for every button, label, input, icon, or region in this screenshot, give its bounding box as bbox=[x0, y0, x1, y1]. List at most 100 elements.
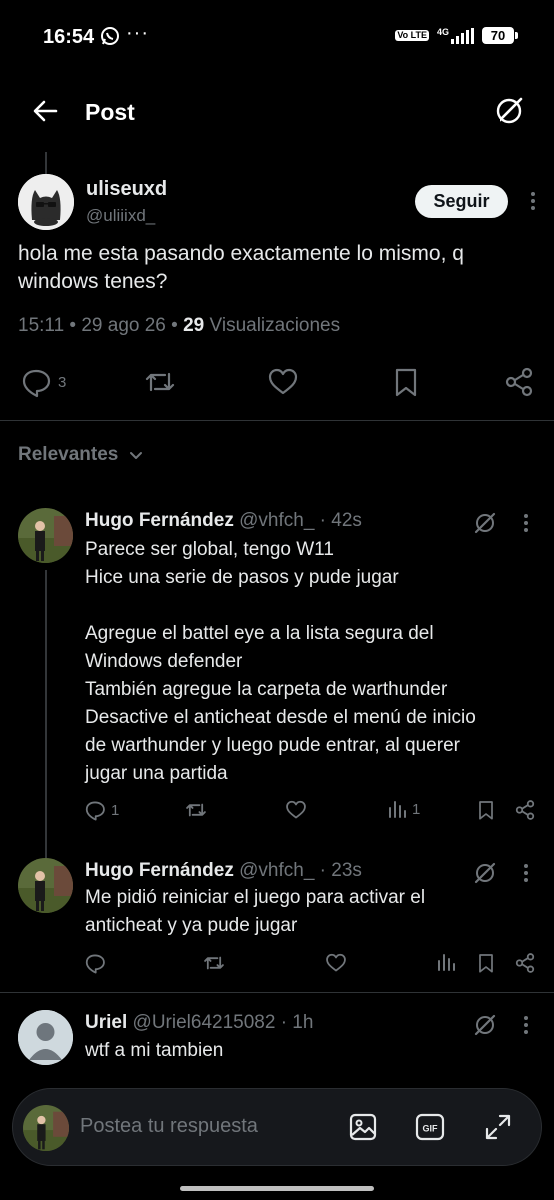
author-name[interactable]: uliseuxd bbox=[86, 178, 167, 201]
status-time: 16:54 bbox=[43, 26, 95, 48]
reply-text: Me pidió reiniciar el juego para activar… bbox=[85, 884, 495, 940]
reply-text-line: anticheat y ya pude jugar bbox=[85, 915, 298, 936]
views-button[interactable] bbox=[436, 952, 456, 972]
reply-icon bbox=[20, 366, 52, 398]
reply-author-name[interactable]: Uriel bbox=[85, 1012, 127, 1033]
share-button[interactable] bbox=[503, 366, 535, 398]
reply-button[interactable]: 1 bbox=[84, 799, 119, 821]
bookmark-button[interactable] bbox=[391, 366, 421, 398]
more-icon[interactable] bbox=[516, 860, 536, 886]
bookmark-icon bbox=[391, 366, 421, 398]
sort-dropdown[interactable]: Relevantes bbox=[18, 444, 144, 466]
repost-icon bbox=[143, 366, 177, 398]
reply-author-name[interactable]: Hugo Fernández bbox=[85, 860, 234, 881]
like-icon bbox=[267, 366, 299, 398]
share-icon bbox=[503, 366, 535, 398]
notification-dots: ··· bbox=[126, 22, 149, 44]
battery-icon: 70 bbox=[482, 27, 518, 44]
avatar[interactable] bbox=[18, 174, 74, 230]
post-timestamp: 15:11 • 29 ago 26 • bbox=[18, 315, 184, 336]
like-icon bbox=[285, 799, 307, 821]
reply-author-handle[interactable]: @Uriel64215082 bbox=[133, 1012, 276, 1033]
thread-connector bbox=[45, 152, 47, 174]
follow-button[interactable]: Seguir bbox=[415, 185, 508, 218]
avatar[interactable] bbox=[18, 858, 73, 913]
reply-text: Parece ser global, tengo W11 Hice una se… bbox=[85, 536, 495, 788]
gif-icon[interactable]: GIF bbox=[415, 1112, 445, 1142]
divider bbox=[0, 992, 554, 993]
reply-header: Uriel @Uriel64215082 · 1h bbox=[85, 1012, 313, 1034]
like-icon bbox=[325, 952, 347, 974]
views-label[interactable]: Visualizaciones bbox=[204, 315, 341, 336]
reply-button[interactable] bbox=[84, 952, 106, 974]
top-app-bar: Post bbox=[0, 72, 554, 152]
reply-text-line: Hice una serie de pasos y pude jugar bbox=[85, 567, 399, 588]
share-icon bbox=[514, 799, 536, 821]
views-count: 29 bbox=[183, 315, 205, 336]
reply-composer[interactable]: Postea tu respuesta GIF bbox=[12, 1088, 542, 1166]
reply-text-line: Windows defender bbox=[85, 651, 243, 672]
reply-text-line: de warthunder y luego pude entrar, al qu… bbox=[85, 735, 460, 756]
views-icon bbox=[436, 952, 456, 972]
volte-badge: Vo LTE bbox=[395, 30, 429, 41]
avatar[interactable] bbox=[18, 508, 73, 563]
share-icon bbox=[514, 952, 536, 974]
sort-label: Relevantes bbox=[18, 444, 119, 465]
reply-author-handle[interactable]: @vhfch_ bbox=[239, 860, 314, 881]
avatar[interactable] bbox=[18, 1010, 73, 1065]
reply-author-handle[interactable]: @vhfch_ bbox=[239, 510, 314, 531]
share-button[interactable] bbox=[514, 952, 536, 974]
repost-icon bbox=[202, 952, 226, 974]
repost-button[interactable] bbox=[143, 366, 177, 398]
reply-time: · 1h bbox=[275, 1012, 314, 1033]
post-meta: 15:11 • 29 ago 26 • 29 Visualizaciones bbox=[18, 315, 340, 337]
more-icon[interactable] bbox=[516, 1012, 536, 1038]
network-type: 4G bbox=[436, 27, 449, 37]
views-button[interactable]: 1 bbox=[387, 799, 420, 819]
reply-text-line: Desactive el anticheat desde el menú de … bbox=[85, 707, 476, 728]
like-button[interactable] bbox=[325, 952, 347, 974]
reply-button[interactable]: 3 bbox=[20, 366, 66, 398]
reply-text-line: Agregue el battel eye a la lista segura … bbox=[85, 623, 434, 644]
repost-button[interactable] bbox=[202, 952, 226, 974]
reply-text-line: jugar una partida bbox=[85, 763, 228, 784]
bookmark-button[interactable] bbox=[476, 952, 496, 974]
grok-icon[interactable] bbox=[472, 510, 498, 536]
bookmark-icon bbox=[476, 952, 496, 974]
image-icon[interactable] bbox=[348, 1112, 378, 1142]
page-title: Post bbox=[85, 99, 135, 125]
grok-icon[interactable] bbox=[472, 1012, 498, 1038]
like-button[interactable] bbox=[267, 366, 299, 398]
home-indicator[interactable] bbox=[180, 1186, 374, 1191]
more-icon[interactable] bbox=[516, 510, 536, 536]
reply-action-bar bbox=[0, 952, 554, 982]
bookmark-icon bbox=[476, 799, 496, 821]
status-indicators: Vo LTE 4G 70 bbox=[395, 27, 518, 44]
reply-text-line: Me pidió reiniciar el juego para activar… bbox=[85, 887, 426, 908]
reply-author-name[interactable]: Hugo Fernández bbox=[85, 510, 234, 531]
reply-header: Hugo Fernández @vhfch_ · 23s bbox=[85, 860, 362, 882]
whatsapp-icon bbox=[100, 26, 120, 46]
reply-time: · 23s bbox=[314, 860, 362, 881]
signal-icon bbox=[451, 27, 474, 44]
reply-icon bbox=[84, 799, 106, 821]
avatar bbox=[23, 1105, 69, 1151]
reply-text: wtf a mi tambien bbox=[85, 1037, 495, 1065]
grok-icon[interactable] bbox=[492, 94, 526, 128]
reply-text-line: wtf a mi tambien bbox=[85, 1040, 224, 1061]
bookmark-button[interactable] bbox=[476, 799, 496, 821]
grok-icon[interactable] bbox=[472, 860, 498, 886]
like-button[interactable] bbox=[285, 799, 307, 821]
share-button[interactable] bbox=[514, 799, 536, 821]
repost-button[interactable] bbox=[184, 799, 208, 821]
expand-icon[interactable] bbox=[483, 1112, 513, 1142]
status-bar: 16:54 ··· Vo LTE 4G 70 bbox=[0, 0, 554, 72]
reply-input[interactable]: Postea tu respuesta bbox=[80, 1115, 258, 1138]
more-icon[interactable] bbox=[523, 188, 543, 214]
reply-text-line bbox=[85, 592, 495, 620]
author-handle[interactable]: @uliiixd_ bbox=[86, 206, 155, 226]
gif-label: GIF bbox=[423, 1124, 439, 1134]
back-arrow-icon[interactable] bbox=[28, 94, 62, 128]
post-action-bar: 3 bbox=[0, 362, 554, 402]
reply-header: Hugo Fernández @vhfch_ · 42s bbox=[85, 510, 362, 532]
